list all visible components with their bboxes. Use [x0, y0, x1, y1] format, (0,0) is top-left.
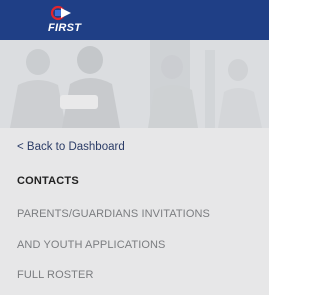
nav-item-youth-applications[interactable]: AND YOUTH APPLICATIONS [17, 239, 166, 251]
logo-text: FIRST [48, 22, 82, 34]
team-photo-banner [0, 40, 269, 128]
nav-item-full-roster[interactable]: FULL ROSTER [17, 269, 93, 281]
top-bar: FIRST [0, 0, 269, 40]
side-nav: < Back to Dashboard CONTACTS PARENTS/GUA… [0, 128, 269, 295]
back-to-dashboard-link[interactable]: < Back to Dashboard [17, 141, 125, 153]
nav-item-parents-guardians-invitations[interactable]: PARENTS/GUARDIANS INVITATIONS [17, 208, 210, 220]
app-frame: FIRST < Back to Dashboard CONTACTS PAREN… [0, 0, 269, 295]
first-logo[interactable]: FIRST [44, 5, 84, 35]
hero-banner [0, 40, 269, 128]
nav-item-contacts[interactable]: CONTACTS [17, 175, 79, 187]
